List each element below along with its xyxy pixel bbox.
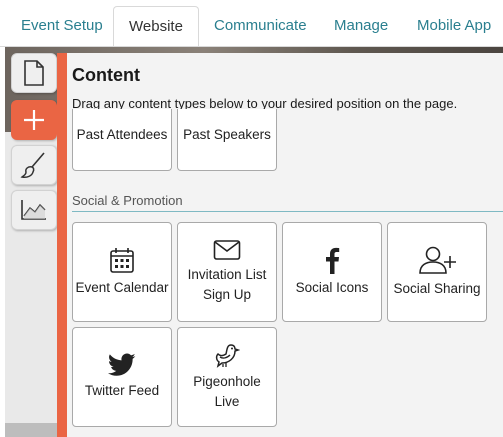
tab-event-setup[interactable]: Event Setup [21, 0, 103, 47]
content-item-past-speakers[interactable]: Past Speakers [177, 109, 277, 171]
brush-icon [20, 152, 45, 178]
section-divider [72, 211, 503, 212]
content-item-label: Past Speakers [183, 127, 271, 142]
plus-icon [24, 110, 44, 130]
canvas-scroll-strip [5, 423, 57, 437]
add-user-icon [419, 246, 456, 274]
tab-mobile-app[interactable]: Mobile App [417, 0, 491, 47]
content-item-label-line1: Invitation List [187, 267, 267, 282]
chart-icon [21, 200, 46, 220]
pigeon-icon [215, 344, 240, 368]
panel-title: Content [72, 65, 140, 85]
content-item-event-calendar[interactable]: Event Calendar [72, 222, 172, 322]
content-item-label: Event Calendar [75, 280, 169, 295]
content-item-social-sharing[interactable]: Social Sharing [387, 222, 487, 322]
content-item-twitter-feed[interactable]: Twitter Feed [72, 327, 172, 427]
tab-communicate[interactable]: Communicate [214, 0, 307, 47]
content-item-label-line1: Pigeonhole [193, 374, 261, 389]
content-item-label: Past Attendees [76, 127, 168, 142]
content-item-pigeonhole-live[interactable]: Pigeonhole Live [177, 327, 277, 427]
editor-toolbar [11, 53, 57, 233]
content-item-label: Social Sharing [393, 281, 481, 296]
content-item-past-attendees[interactable]: Past Attendees [72, 109, 172, 171]
facebook-icon [326, 247, 340, 274]
content-panel: Content Drag any content types below to … [57, 53, 503, 437]
twitter-icon [108, 353, 136, 376]
envelope-icon [213, 240, 241, 260]
content-item-label: Social Icons [295, 280, 369, 295]
top-tab-bar: Event Setup Website Communicate Manage M… [0, 0, 503, 47]
page-icon [24, 60, 44, 86]
tab-website[interactable]: Website [113, 6, 199, 47]
content-item-label-line2: Live [214, 394, 240, 409]
pages-tool-button[interactable] [11, 53, 57, 93]
content-item-label-line2: Sign Up [202, 287, 252, 302]
content-item-label: Twitter Feed [84, 383, 160, 398]
content-item-social-icons[interactable]: Social Icons [282, 222, 382, 322]
section-label-social-promotion: Social & Promotion [72, 193, 183, 208]
analytics-tool-button[interactable] [11, 190, 57, 230]
design-tool-button[interactable] [11, 145, 57, 185]
content-item-invitation-list-sign-up[interactable]: Invitation List Sign Up [177, 222, 277, 322]
add-content-tool-button[interactable] [11, 100, 57, 140]
tab-manage[interactable]: Manage [334, 0, 388, 47]
calendar-icon [110, 248, 134, 273]
